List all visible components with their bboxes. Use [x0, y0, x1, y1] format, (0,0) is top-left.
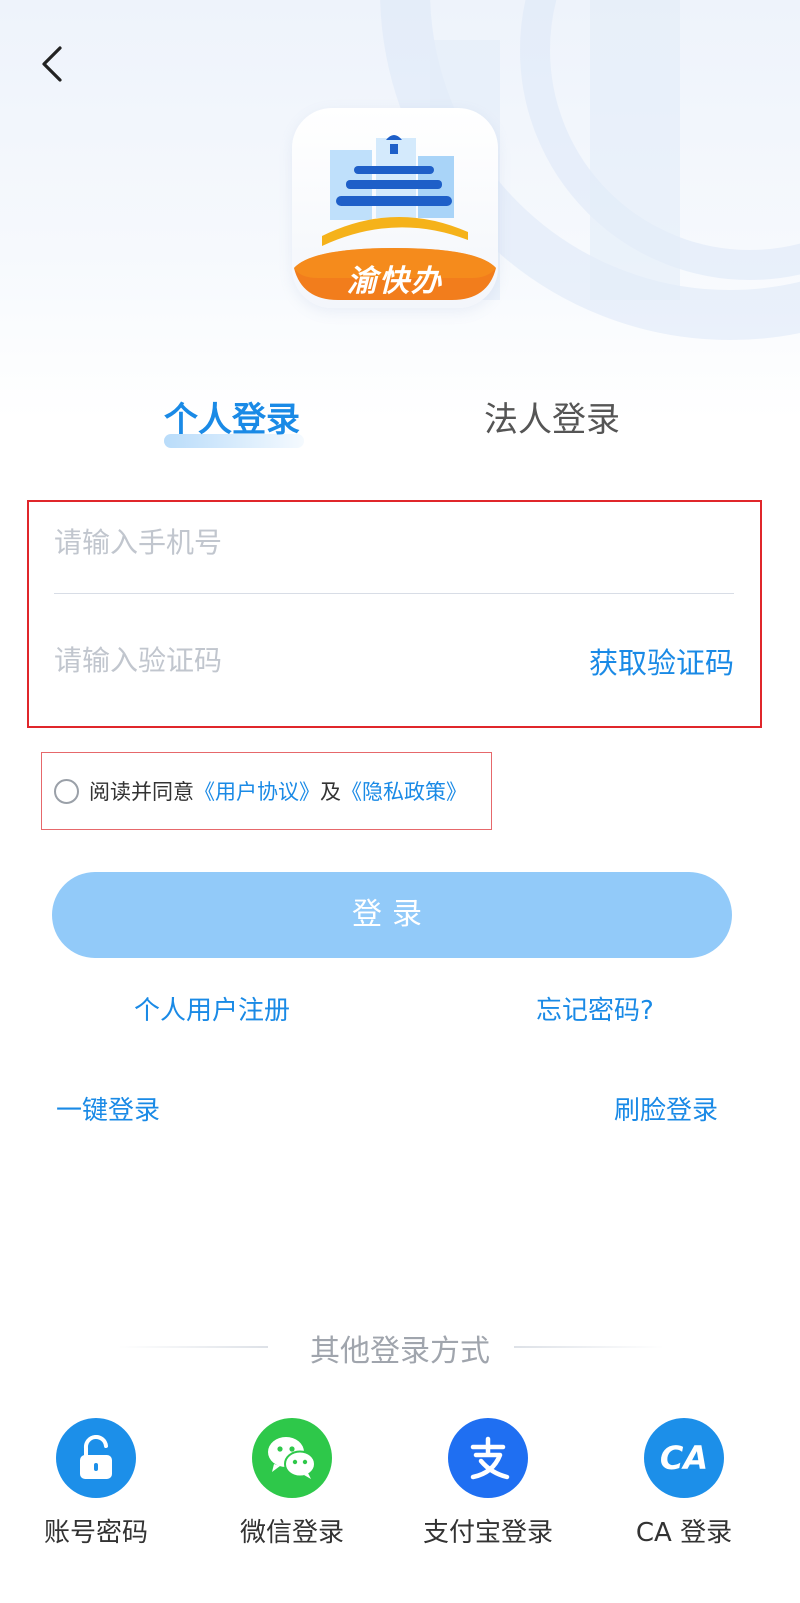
verification-code-input[interactable]: [54, 630, 514, 690]
agreement-row: 阅读并同意《用户协议》及《隐私政策》: [41, 752, 492, 830]
code-row: 获取验证码: [54, 630, 734, 690]
agreement-prefix: 阅读并同意: [89, 780, 194, 804]
ca-icon-text: CA: [659, 1439, 709, 1477]
app-logo: 渝快办: [292, 108, 498, 308]
alipay-login[interactable]: 支付宝登录: [408, 1418, 568, 1549]
phone-input[interactable]: [54, 512, 514, 572]
register-link[interactable]: 个人用户注册: [134, 990, 290, 1027]
method-label: 支付宝登录: [422, 1518, 553, 1548]
ca-login[interactable]: CA CA 登录: [604, 1418, 764, 1549]
user-agreement-link[interactable]: 《用户协议》: [194, 780, 320, 804]
one-key-login-link[interactable]: 一键登录: [56, 1090, 160, 1127]
method-label: CA 登录: [635, 1518, 733, 1548]
unlock-icon: [56, 1418, 136, 1498]
login-button[interactable]: 登录: [52, 872, 732, 958]
phone-row: [54, 512, 734, 594]
privacy-policy-link[interactable]: 《隐私政策》: [341, 780, 467, 804]
method-label: 账号密码: [43, 1518, 148, 1548]
alipay-icon: [448, 1418, 528, 1498]
chevron-left-icon: [42, 46, 62, 82]
other-login-methods: 账号密码 微信登录 支付宝登录 CA CA 登录: [0, 1418, 800, 1578]
tab-personal-login[interactable]: 个人登录: [164, 392, 300, 441]
forgot-password-link[interactable]: 忘记密码?: [536, 990, 654, 1027]
wechat-icon: [252, 1418, 332, 1498]
agreement-radio[interactable]: [54, 778, 79, 804]
method-label: 微信登录: [239, 1518, 344, 1548]
agreement-and: 及: [320, 780, 341, 804]
logo-text: 渝快办: [347, 264, 443, 299]
get-code-button[interactable]: 获取验证码: [589, 640, 734, 682]
ca-icon: CA: [644, 1418, 724, 1498]
face-login-link[interactable]: 刷脸登录: [614, 1090, 718, 1127]
account-password-login[interactable]: 账号密码: [16, 1418, 176, 1549]
wechat-login[interactable]: 微信登录: [212, 1418, 372, 1549]
tab-corporate-login[interactable]: 法人登录: [484, 392, 620, 441]
login-tabs: 个人登录 法人登录: [0, 392, 800, 452]
decor-building: [590, 0, 680, 300]
back-button[interactable]: [30, 40, 74, 88]
other-login-title: 其他登录方式: [310, 1334, 490, 1369]
agreement-text: 阅读并同意《用户协议》及《隐私政策》: [89, 776, 467, 806]
login-form: 获取验证码: [27, 500, 762, 728]
